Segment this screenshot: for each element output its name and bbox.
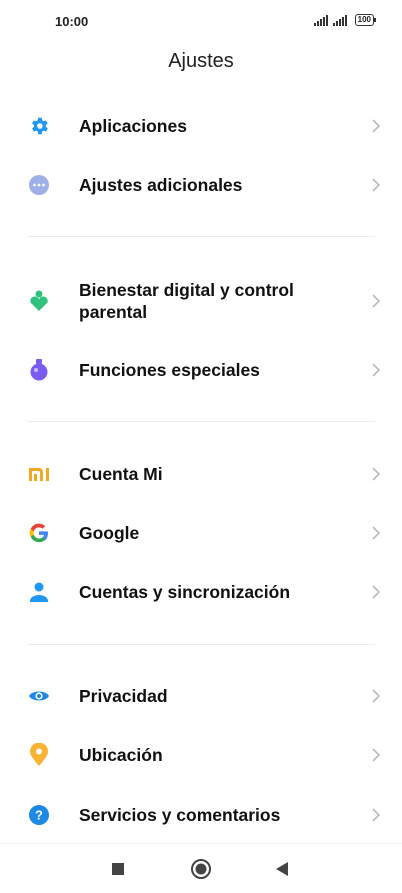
gear-icon (27, 114, 51, 138)
chevron-right-icon (372, 178, 381, 192)
settings-item-google[interactable]: Google (0, 505, 402, 561)
settings-item-ajustes-adicionales[interactable]: Ajustes adicionales (0, 157, 402, 213)
digital-wellbeing-icon (27, 289, 51, 313)
chevron-right-icon (372, 363, 381, 377)
mi-logo-icon (27, 462, 51, 486)
settings-item-label: Google (79, 523, 140, 543)
page-title: Ajustes (168, 50, 234, 72)
chevron-right-icon (372, 294, 381, 308)
settings-item-label: Cuenta Mi (79, 464, 163, 484)
settings-item-cuentas-sincronizacion[interactable]: Cuentas y sincronización (0, 564, 402, 620)
help-question-icon: ? (27, 803, 51, 827)
navigation-bar (0, 843, 402, 893)
settings-item-label: Ubicación (79, 745, 163, 765)
chevron-right-icon (372, 119, 381, 133)
settings-item-ubicacion[interactable]: Ubicación (0, 727, 402, 783)
svg-text:?: ? (35, 808, 43, 823)
section-divider (27, 236, 375, 237)
more-dots-icon (27, 173, 51, 197)
section-divider (27, 421, 375, 422)
settings-item-label: Bienestar digital y control parental (79, 280, 294, 322)
settings-item-privacidad[interactable]: Privacidad (0, 668, 402, 724)
settings-item-funciones-especiales[interactable]: Funciones especiales (0, 342, 402, 398)
chevron-right-icon (372, 526, 381, 540)
settings-item-label: Aplicaciones (79, 116, 187, 136)
status-bar: 10:00 100 (0, 0, 402, 44)
google-g-icon (27, 521, 51, 545)
settings-item-cuenta-mi[interactable]: Cuenta Mi (0, 446, 402, 502)
section-divider (27, 644, 375, 645)
settings-item-label: Funciones especiales (79, 360, 260, 380)
status-icons: 100 (313, 14, 377, 26)
chevron-right-icon (372, 808, 381, 822)
square-icon (112, 863, 124, 875)
triangle-back-icon (276, 862, 288, 876)
back-button[interactable] (264, 851, 300, 887)
signal-1-icon (313, 14, 328, 26)
chevron-right-icon (372, 748, 381, 762)
eye-icon (27, 684, 51, 708)
battery-icon: 100 (354, 14, 377, 26)
person-icon (27, 580, 51, 604)
flask-icon (27, 358, 51, 382)
chevron-right-icon (372, 585, 381, 599)
settings-item-servicios-comentarios[interactable]: ? Servicios y comentarios (0, 787, 402, 843)
settings-item-label: Servicios y comentarios (79, 805, 281, 825)
location-pin-icon (27, 743, 51, 767)
settings-item-bienestar-digital[interactable]: Bienestar digital y control parental (0, 271, 402, 331)
circle-home-icon (191, 859, 211, 879)
settings-item-aplicaciones[interactable]: Aplicaciones (0, 98, 402, 154)
settings-item-label: Cuentas y sincronización (79, 582, 291, 602)
home-button[interactable] (183, 851, 219, 887)
recents-button[interactable] (100, 851, 136, 887)
status-time: 10:00 (55, 14, 89, 29)
settings-item-label: Ajustes adicionales (79, 175, 243, 195)
signal-2-icon (332, 14, 347, 26)
settings-item-label: Privacidad (79, 686, 168, 706)
chevron-right-icon (372, 689, 381, 703)
chevron-right-icon (372, 467, 381, 481)
